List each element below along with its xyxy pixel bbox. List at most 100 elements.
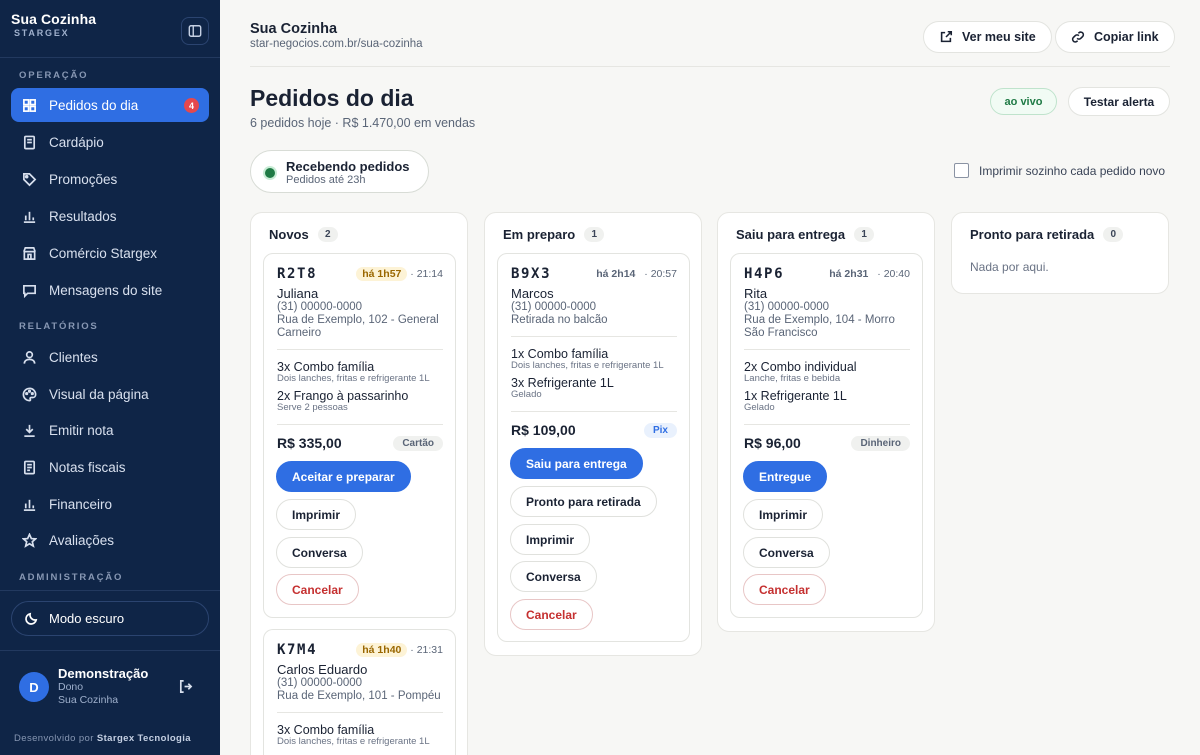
bar-chart-icon	[21, 208, 37, 224]
sidebar-toggle-icon	[188, 25, 202, 37]
sidebar-item-label: Cardápio	[49, 134, 104, 150]
user-name: Demonstração	[58, 666, 149, 681]
site-url: star-negocios.com.br/sua-cozinha	[250, 38, 423, 50]
column-title: Saiu para entrega	[736, 227, 846, 242]
link-icon	[1071, 31, 1085, 43]
auto-print-checkbox[interactable]	[954, 163, 969, 178]
sidebar-item-label: Clientes	[49, 349, 98, 365]
column-count: 0	[1103, 227, 1124, 242]
order-item: 1x Combo família Dois lanches, fritas e …	[511, 347, 664, 371]
sidebar-item-mensagens[interactable]: Mensagens do site	[11, 273, 209, 307]
grid-icon	[21, 97, 37, 113]
brand-sub: STARGEX	[14, 28, 70, 38]
store-status-toggle[interactable]: Recebendo pedidos Pedidos até 23h	[250, 150, 429, 193]
sidebar-item-notas-fiscais[interactable]: Notas fiscais	[11, 450, 209, 484]
store-icon	[21, 245, 37, 261]
status-title: Recebendo pedidos	[286, 159, 410, 174]
sidebar-item-pedidos[interactable]: Pedidos do dia 4	[11, 88, 209, 122]
pickup-note: Retirada no balcão	[511, 314, 608, 326]
item-name: 3x Refrigerante 1L	[511, 376, 614, 390]
sidebar-item-avaliacoes[interactable]: Avaliações	[11, 523, 209, 557]
customer-name: Juliana	[277, 286, 319, 301]
divider	[277, 349, 443, 350]
sidebar-item-emitir-nota[interactable]: Emitir nota	[11, 413, 209, 447]
print-button[interactable]: Imprimir	[276, 499, 357, 530]
live-badge: ao vivo	[990, 88, 1057, 115]
ready-for-pickup-button[interactable]: Pronto para retirada	[510, 486, 657, 517]
logout-button[interactable]	[178, 679, 194, 695]
item-description: Lanche, fritas e bebida	[744, 373, 841, 384]
order-total: R$ 109,00	[511, 422, 576, 438]
order-card-h4p6[interactable]: H4P6 há 2h31 · 20:40 Rita (31) 00000-000…	[730, 253, 923, 618]
payment-badge: Dinheiro	[851, 436, 910, 451]
palette-icon	[21, 386, 37, 402]
order-card-k7m4[interactable]: K7M4 há 1h40 · 21:31 Carlos Eduardo (31)…	[263, 629, 456, 755]
column-title: Pronto para retirada	[970, 227, 1095, 242]
column-pronto-para-retirada: Pronto para retirada 0 Nada por aqui.	[951, 212, 1169, 294]
sidebar-item-label: Avaliações	[49, 532, 115, 548]
credit-link[interactable]: Stargex Tecnologia	[97, 733, 191, 744]
user-role: Dono	[58, 681, 84, 693]
sidebar-item-label: Financeiro	[49, 496, 113, 512]
customer-name: Marcos	[511, 286, 554, 301]
order-time: · 20:57	[644, 268, 677, 280]
download-icon	[21, 422, 37, 438]
order-code: H4P6	[744, 266, 785, 282]
user-profile: D Demonstração Dono Sua Cozinha	[19, 666, 148, 707]
order-card-r2t8[interactable]: R2T8 há 1h57 · 21:14 Juliana (31) 00000-…	[263, 253, 456, 618]
divider	[277, 712, 443, 713]
test-alert-button[interactable]: Testar alerta	[1068, 87, 1170, 116]
sidebar-item-label: Pedidos do dia	[49, 97, 139, 113]
sidebar-item-promocoes[interactable]: Promoções	[11, 162, 209, 196]
order-code: B9X3	[511, 266, 552, 282]
chat-button[interactable]: Conversa	[276, 537, 363, 568]
out-for-delivery-button[interactable]: Saiu para entrega	[510, 448, 643, 479]
dark-mode-toggle[interactable]: Modo escuro	[11, 601, 209, 636]
footer-credit: Desenvolvido por Stargex Tecnologia	[14, 733, 191, 744]
cancel-button[interactable]: Cancelar	[276, 574, 359, 605]
sidebar-item-resultados[interactable]: Resultados	[11, 199, 209, 233]
status-subtitle: Pedidos até 23h	[286, 174, 366, 186]
accept-prepare-button[interactable]: Aceitar e preparar	[276, 461, 411, 492]
item-name: 1x Combo família	[511, 347, 609, 361]
column-count: 1	[854, 227, 875, 242]
print-button[interactable]: Imprimir	[743, 499, 824, 530]
brand[interactable]: Sua Cozinha STARGEX	[11, 11, 96, 38]
menu-book-icon	[21, 134, 37, 150]
divider	[277, 424, 443, 425]
chat-button[interactable]: Conversa	[743, 537, 830, 568]
sidebar-item-visual[interactable]: Visual da página	[11, 377, 209, 411]
sidebar-item-financeiro[interactable]: Financeiro	[11, 487, 209, 521]
auto-print-label: Imprimir sozinho cada pedido novo	[979, 163, 1166, 178]
order-time: · 20:40	[877, 268, 910, 280]
collapse-sidebar-button[interactable]	[181, 17, 209, 45]
star-icon	[21, 532, 37, 548]
delivered-button[interactable]: Entregue	[743, 461, 828, 492]
main-content: Sua Cozinha star-negocios.com.br/sua-coz…	[220, 0, 1200, 755]
view-site-button[interactable]: Ver meu site	[923, 21, 1052, 53]
cancel-button[interactable]: Cancelar	[510, 599, 593, 630]
cancel-button[interactable]: Cancelar	[743, 574, 826, 605]
section-label-administracao: ADMINISTRAÇÃO	[19, 572, 124, 583]
divider	[511, 336, 677, 337]
order-age: há 1h40	[356, 643, 408, 657]
chat-button[interactable]: Conversa	[510, 561, 597, 592]
customer-phone: (31) 00000-0000	[511, 301, 597, 313]
auto-print-option[interactable]: Imprimir sozinho cada pedido novo	[954, 163, 1165, 178]
order-item: 3x Combo família Dois lanches, fritas e …	[277, 723, 430, 747]
receipt-icon	[21, 459, 37, 475]
sidebar-item-clientes[interactable]: Clientes	[11, 340, 209, 374]
column-count: 1	[584, 227, 605, 242]
sidebar-item-comercio[interactable]: Comércio Stargex	[11, 236, 209, 270]
moon-icon	[25, 612, 38, 625]
order-item: 2x Combo individual Lanche, fritas e beb…	[744, 360, 857, 384]
sidebar-item-cardapio[interactable]: Cardápio	[11, 125, 209, 159]
copy-link-button[interactable]: Copiar link	[1055, 21, 1175, 53]
view-site-label: Ver meu site	[962, 30, 1036, 44]
order-code: R2T8	[277, 266, 318, 282]
avatar: D	[19, 672, 49, 702]
print-button[interactable]: Imprimir	[510, 524, 591, 555]
credit-prefix: Desenvolvido por	[14, 733, 94, 744]
sidebar-item-label: Mensagens do site	[49, 282, 163, 298]
order-card-b9x3[interactable]: B9X3 há 2h14 · 20:57 Marcos (31) 00000-0…	[497, 253, 690, 642]
